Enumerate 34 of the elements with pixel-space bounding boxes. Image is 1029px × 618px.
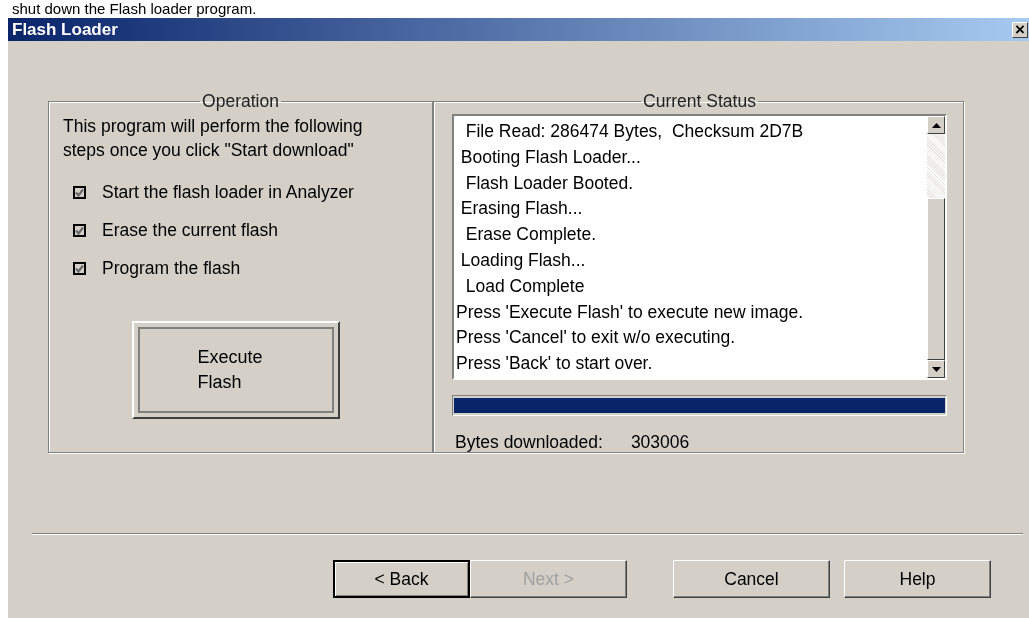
log-line: Booting Flash Loader... (459, 145, 642, 169)
step-label: Start the flash loader in Analyzer (102, 182, 354, 203)
scroll-down-button[interactable] (927, 360, 945, 378)
bytes-label: Bytes downloaded: (455, 432, 603, 453)
check-icon (75, 226, 84, 235)
log-line: Load Complete (464, 274, 586, 298)
intro-text: This program will perform the following steps once you click "Start download" (63, 115, 364, 162)
wizard-button[interactable]: < Back (333, 560, 470, 598)
caption-text: shut down the Flash loader program. (11, 0, 258, 18)
log-line: Flash Loader Booted. (464, 171, 635, 195)
group-legend: Current Status (641, 91, 758, 112)
group-legend: Operation (200, 91, 281, 112)
wizard-button[interactable]: Cancel (673, 560, 830, 598)
log-line: File Read: 286474 Bytes, Checksum 2D7B (464, 120, 805, 143)
log-line: Erase Complete. (464, 223, 598, 247)
scroll-up-button[interactable] (927, 116, 945, 134)
log-line: Erasing Flash... (459, 197, 584, 221)
log-line: Press 'Cancel' to exit w/o executing. (456, 326, 737, 350)
window-title: Flash Loader (11, 19, 118, 40)
up-arrow-icon (931, 122, 941, 128)
scroll-thumb[interactable] (927, 198, 945, 360)
step-label: Erase the current flash (102, 220, 279, 241)
log-line: Press 'Execute Flash' to execute new image. (456, 300, 805, 324)
log-line: Loading Flash... (459, 249, 587, 272)
bytes-value: 303006 (630, 432, 690, 453)
close-button[interactable]: × (1012, 21, 1028, 38)
down-arrow-icon (931, 366, 941, 372)
execute-flash-button[interactable]: Execute Flash (131, 321, 340, 419)
log-line: Press 'Back' to start over. (456, 352, 654, 376)
step-label: Program the flash (102, 258, 241, 279)
wizard-button[interactable]: Help (844, 560, 991, 598)
check-icon (75, 188, 84, 197)
scrollbar[interactable] (927, 116, 945, 378)
check-icon (75, 264, 84, 273)
